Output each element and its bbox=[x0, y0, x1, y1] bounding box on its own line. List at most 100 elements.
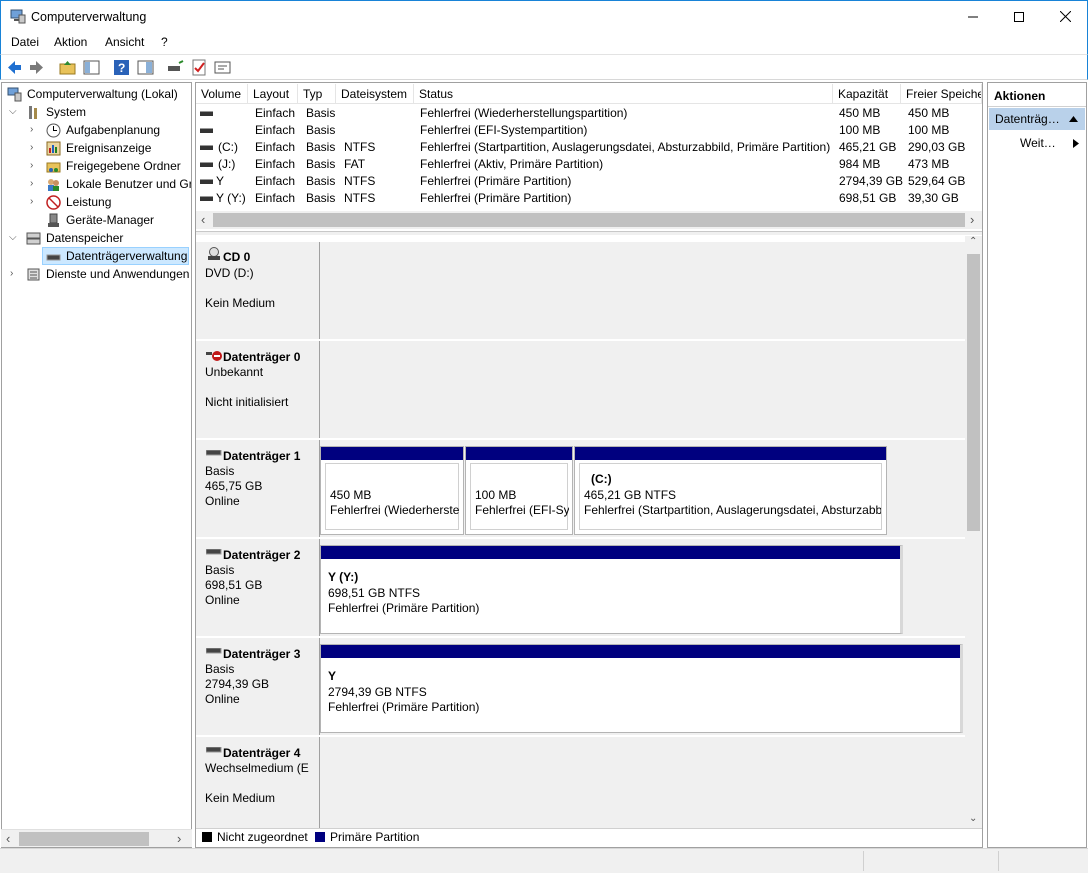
partition-status: Fehlerfrei (Primäre Partition) bbox=[328, 700, 480, 714]
partition-c[interactable]: (C:) 465,21 GB NTFS Fehlerfrei (Startpar… bbox=[574, 446, 887, 535]
menu-view[interactable]: Ansicht bbox=[105, 35, 144, 49]
collapse-icon[interactable] bbox=[1069, 116, 1078, 122]
tree-item-root[interactable]: Computerverwaltung (Lokal) bbox=[2, 85, 191, 103]
tree-label: Geräte-Manager bbox=[66, 213, 155, 227]
disk-area bbox=[320, 341, 966, 438]
status-divider bbox=[998, 851, 999, 871]
column-header[interactable]: Freier Speiche bbox=[901, 84, 982, 104]
tree-item-local-users[interactable]: › Lokale Benutzer und Gruppen bbox=[2, 175, 191, 193]
disk-label[interactable]: Datenträger 0 Unbekannt Nicht initialisi… bbox=[196, 341, 320, 438]
menu-bar: Datei Aktion Ansicht ? bbox=[0, 32, 1088, 54]
close-button[interactable] bbox=[1042, 1, 1088, 32]
partition-recovery[interactable]: 450 MB Fehlerfrei (Wiederherstellungspar… bbox=[320, 446, 464, 535]
column-header[interactable]: Status bbox=[414, 84, 833, 104]
scrollbar-thumb[interactable] bbox=[213, 213, 965, 227]
chevron-right-icon[interactable]: › bbox=[30, 157, 33, 175]
tree-item-task-scheduler[interactable]: › Aufgabenplanung bbox=[2, 121, 191, 139]
disk-area: Y 2794,39 GB NTFS Fehlerfrei (Primäre Pa… bbox=[320, 638, 966, 735]
help-icon[interactable]: ? bbox=[113, 59, 130, 76]
column-header[interactable]: Volume bbox=[196, 84, 248, 104]
cell-type: Basis bbox=[306, 123, 336, 137]
tree-label: Leistung bbox=[66, 195, 112, 209]
table-row[interactable]: Y Einfach Basis NTFS Fehlerfrei (Primäre… bbox=[196, 173, 982, 190]
partition-info: (C:) 465,21 GB NTFS Fehlerfrei (Startpar… bbox=[579, 463, 882, 530]
disk-row-0[interactable]: Datenträger 0 Unbekannt Nicht initialisi… bbox=[196, 341, 966, 440]
chevron-right-icon[interactable]: › bbox=[30, 139, 33, 157]
more-actions-item[interactable]: Weitere Aktionen bbox=[989, 133, 1085, 153]
title-bar[interactable]: Computerverwaltung bbox=[0, 0, 1088, 32]
tree-horizontal-scrollbar[interactable]: ‹ › bbox=[1, 829, 192, 847]
column-header[interactable]: Layout bbox=[248, 84, 298, 104]
scroll-left-icon[interactable]: ‹ bbox=[201, 212, 205, 227]
tree-item-system[interactable]: ⌵ System bbox=[2, 103, 191, 121]
disk-row-3[interactable]: Datenträger 3 Basis 2794,39 GB Online Y … bbox=[196, 638, 966, 737]
disk-label[interactable]: Datenträger 1 Basis 465,75 GB Online bbox=[196, 440, 320, 537]
tree-item-disk-management[interactable]: Datenträgerverwaltung bbox=[42, 247, 189, 265]
check-document-icon[interactable] bbox=[191, 59, 208, 76]
drive-icon bbox=[200, 111, 213, 116]
table-row[interactable]: Einfach Basis Fehlerfrei (Wiederherstell… bbox=[196, 105, 982, 122]
menu-action[interactable]: Aktion bbox=[54, 35, 87, 49]
properties-icon[interactable] bbox=[214, 59, 231, 76]
chevron-down-icon[interactable]: ⌵ bbox=[9, 103, 17, 121]
show-hide-tree-icon[interactable] bbox=[83, 59, 100, 76]
tree-item-device-manager[interactable]: Geräte-Manager bbox=[2, 211, 191, 229]
chevron-right-icon[interactable]: › bbox=[30, 121, 33, 139]
cell-type: Basis bbox=[306, 174, 336, 188]
scroll-right-icon[interactable]: › bbox=[177, 831, 181, 846]
table-row[interactable]: (C:) Einfach Basis NTFS Fehlerfrei (Star… bbox=[196, 139, 982, 156]
table-horizontal-scrollbar[interactable]: ‹ › bbox=[196, 211, 982, 229]
back-icon[interactable] bbox=[6, 59, 23, 76]
disk-status: Kein Medium bbox=[205, 296, 276, 310]
chevron-right-icon[interactable]: › bbox=[30, 175, 33, 193]
tree-item-shared-folders[interactable]: › Freigegebene Ordner bbox=[2, 157, 191, 175]
menu-file[interactable]: Datei bbox=[11, 35, 39, 49]
disk-row-2[interactable]: Datenträger 2 Basis 698,51 GB Online Y (… bbox=[196, 539, 966, 638]
disk-row-cd0[interactable]: CD 0 DVD (D:) Kein Medium bbox=[196, 242, 966, 341]
scrollbar-thumb[interactable] bbox=[19, 832, 149, 846]
scroll-down-icon[interactable]: ⌄ bbox=[969, 813, 977, 824]
chevron-right-icon[interactable]: › bbox=[30, 193, 33, 211]
drive-connect-icon[interactable] bbox=[167, 59, 184, 76]
table-row[interactable]: (J:) Einfach Basis FAT Fehlerfrei (Aktiv… bbox=[196, 156, 982, 173]
disk-label[interactable]: Datenträger 4 Wechselmedium (E:) Kein Me… bbox=[196, 737, 320, 828]
disk-label[interactable]: CD 0 DVD (D:) Kein Medium bbox=[196, 242, 320, 339]
volume-table: Volume Layout Typ Dateisystem Status Kap… bbox=[196, 84, 982, 230]
chevron-right-icon[interactable]: › bbox=[10, 265, 13, 283]
disk-row-1[interactable]: Datenträger 1 Basis 465,75 GB Online 450… bbox=[196, 440, 966, 539]
forward-icon[interactable] bbox=[28, 59, 45, 76]
disk-label[interactable]: Datenträger 3 Basis 2794,39 GB Online bbox=[196, 638, 320, 735]
partition-efi[interactable]: 100 MB Fehlerfrei (EFI-Systempartition) bbox=[465, 446, 573, 535]
table-row[interactable]: Y (Y:) Einfach Basis NTFS Fehlerfrei (Pr… bbox=[196, 190, 982, 207]
submenu-arrow-icon bbox=[1073, 139, 1079, 148]
minimize-button[interactable] bbox=[950, 1, 996, 32]
graph-vertical-scrollbar[interactable]: ⌃ ⌄ bbox=[965, 236, 982, 828]
scrollbar-thumb[interactable] bbox=[967, 254, 980, 531]
scroll-right-icon[interactable]: › bbox=[970, 212, 974, 227]
partition-y-drive[interactable]: Y (Y:) 698,51 GB NTFS Fehlerfrei (Primär… bbox=[320, 545, 903, 634]
scroll-up-icon[interactable]: ⌃ bbox=[969, 236, 977, 247]
partition-y[interactable]: Y 2794,39 GB NTFS Fehlerfrei (Primäre Pa… bbox=[320, 644, 963, 733]
disk-row-4[interactable]: Datenträger 4 Wechselmedium (E:) Kein Me… bbox=[196, 737, 966, 828]
maximize-button[interactable] bbox=[996, 1, 1042, 32]
partition-size: 465,21 GB NTFS bbox=[584, 488, 677, 502]
scroll-left-icon[interactable]: ‹ bbox=[6, 831, 10, 846]
tree-item-performance[interactable]: › Leistung bbox=[2, 193, 191, 211]
column-header[interactable]: Kapazität bbox=[833, 84, 901, 104]
properties-pane-icon[interactable] bbox=[137, 59, 154, 76]
disk-drive-icon bbox=[206, 450, 222, 456]
column-header[interactable]: Dateisystem bbox=[336, 84, 414, 104]
tree-item-storage[interactable]: ⌵ Datenspeicher bbox=[2, 229, 191, 247]
up-folder-icon[interactable] bbox=[59, 59, 76, 76]
tree-item-services[interactable]: › Dienste und Anwendungen bbox=[2, 265, 191, 283]
menu-help[interactable]: ? bbox=[161, 35, 168, 49]
maximize-icon bbox=[1014, 11, 1024, 22]
actions-section[interactable]: Datenträgerverwaltung bbox=[989, 108, 1085, 130]
column-header[interactable]: Typ bbox=[298, 84, 336, 104]
disk-label[interactable]: Datenträger 2 Basis 698,51 GB Online bbox=[196, 539, 320, 636]
pane-splitter[interactable] bbox=[196, 231, 982, 235]
chevron-down-icon[interactable]: ⌵ bbox=[9, 229, 17, 247]
table-row[interactable]: Einfach Basis Fehlerfrei (EFI-Systempart… bbox=[196, 122, 982, 139]
tree-item-event-viewer[interactable]: › Ereignisanzeige bbox=[2, 139, 191, 157]
legend-unallocated: Nicht zugeordnet bbox=[217, 830, 308, 844]
